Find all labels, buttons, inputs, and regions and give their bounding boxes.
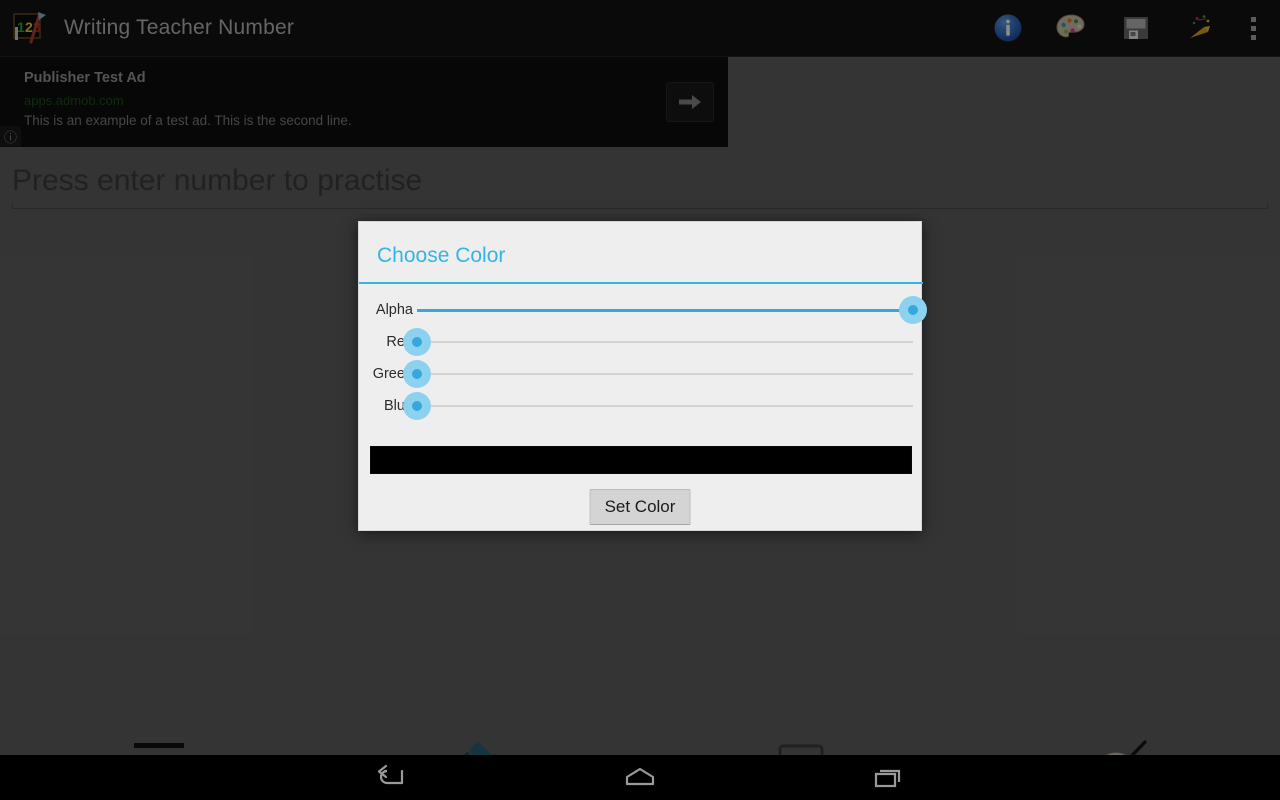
slider-fill-alpha xyxy=(417,309,913,312)
slider-thumb-green[interactable] xyxy=(403,360,431,388)
home-icon[interactable] xyxy=(605,755,675,800)
choose-color-dialog: Choose Color Alpha Red Green Blue Set Co… xyxy=(358,221,927,531)
slider-red[interactable] xyxy=(403,326,913,358)
ad-headline: Publisher Test Ad xyxy=(24,70,146,86)
slider-row-blue: Blue xyxy=(359,390,923,422)
slider-track-red xyxy=(417,341,913,343)
palette-icon[interactable] xyxy=(1040,0,1104,57)
input-underline xyxy=(12,203,1268,209)
overflow-icon[interactable] xyxy=(1232,0,1274,57)
ad-url: apps.admob.com xyxy=(24,93,124,108)
slider-alpha[interactable] xyxy=(417,294,927,326)
confetti-icon[interactable] xyxy=(1168,0,1232,57)
slider-blue[interactable] xyxy=(403,390,913,422)
slider-row-green: Green xyxy=(359,358,923,390)
overflow-dots xyxy=(1250,16,1256,40)
ad-cta-button[interactable] xyxy=(666,82,714,122)
system-navigation-bar xyxy=(0,755,1280,800)
slider-row-red: Red xyxy=(359,326,923,358)
page-title: Writing Teacher Number xyxy=(64,16,295,39)
color-preview-swatch xyxy=(370,446,912,474)
slider-row-alpha: Alpha xyxy=(359,294,927,326)
slider-thumb-red[interactable] xyxy=(403,328,431,356)
slider-thumb-blue[interactable] xyxy=(403,392,431,420)
back-icon[interactable] xyxy=(357,755,427,800)
rgba-slider-group: Alpha Red Green Blue xyxy=(359,294,927,422)
ad-banner[interactable]: Publisher Test Ad apps.admob.com This is… xyxy=(0,57,728,147)
app-icon: 1 2 3 xyxy=(10,8,50,48)
android-screen: 1 2 3 Writing Teacher Number xyxy=(0,0,1280,800)
ad-info-badge[interactable]: ⓘ xyxy=(0,126,21,147)
number-input[interactable] xyxy=(12,156,1268,206)
action-bar-buttons xyxy=(976,0,1280,57)
info-icon[interactable] xyxy=(976,0,1040,57)
svg-text:1: 1 xyxy=(17,19,25,35)
arrow-right-icon xyxy=(679,95,701,109)
save-icon[interactable] xyxy=(1104,0,1168,57)
set-color-button[interactable]: Set Color xyxy=(589,489,691,525)
svg-text:2: 2 xyxy=(25,19,33,35)
dialog-title-divider xyxy=(359,282,923,284)
slider-track-blue xyxy=(417,405,913,407)
action-bar: 1 2 3 Writing Teacher Number xyxy=(0,0,1280,57)
number-input-row xyxy=(0,150,1280,218)
recents-icon[interactable] xyxy=(853,755,923,800)
ad-body-text: This is an example of a test ad. This is… xyxy=(24,113,352,128)
dialog-title: Choose Color xyxy=(377,244,506,267)
thickness-bar-thin xyxy=(134,743,184,748)
ad-content: Publisher Test Ad apps.admob.com This is… xyxy=(0,57,728,147)
slider-thumb-alpha[interactable] xyxy=(899,296,927,324)
slider-green[interactable] xyxy=(403,358,913,390)
slider-track-green xyxy=(417,373,913,375)
slider-label-alpha: Alpha xyxy=(375,302,413,318)
